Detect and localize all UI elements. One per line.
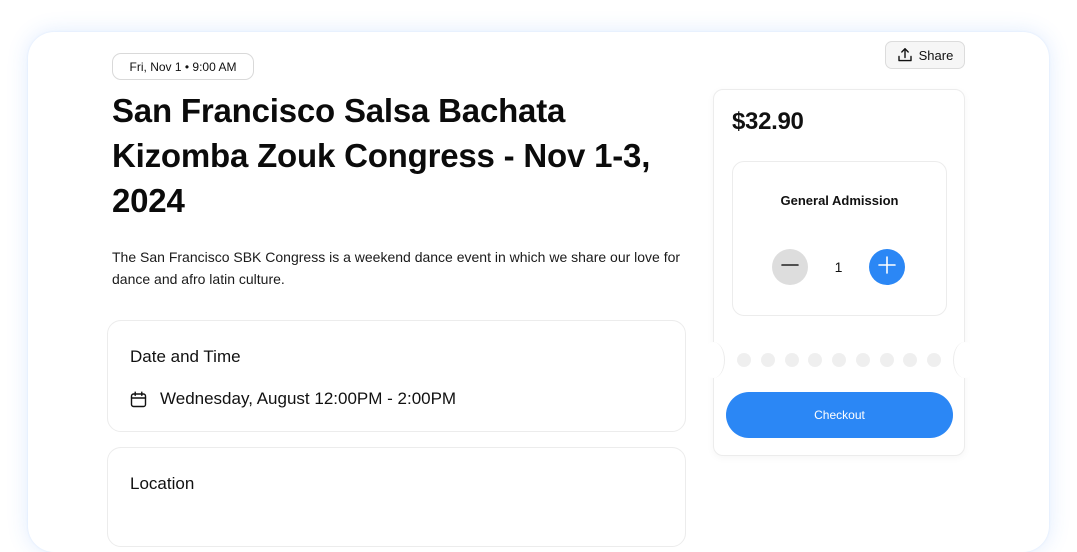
perforation-dot xyxy=(832,353,846,367)
checkout-label: Checkout xyxy=(814,408,865,422)
perforation-dot xyxy=(879,353,894,367)
location-heading: Location xyxy=(130,474,195,493)
ticket-card: $32.90 General Admission 1 Checkout xyxy=(702,89,976,456)
perforation-dot xyxy=(737,353,751,367)
date-time-heading: Date and Time xyxy=(130,347,241,366)
event-title: San Francisco Salsa Bachata Kizomba Zouk… xyxy=(112,92,651,219)
ticket-perforation xyxy=(737,353,941,367)
ticket-price: $32.90 xyxy=(732,108,804,135)
location-card: Location xyxy=(107,447,686,547)
checkout-button[interactable]: Checkout xyxy=(726,392,953,438)
perforation-dot xyxy=(760,353,775,367)
share-upload-icon xyxy=(897,47,913,63)
perforation-dot xyxy=(927,353,941,367)
event-date-badge: Fri, Nov 1 • 9:00 AM xyxy=(112,53,254,80)
ticket-notch-right xyxy=(953,342,976,378)
plus-icon xyxy=(877,255,897,280)
perforation-dot xyxy=(808,353,823,367)
quantity-value: 1 xyxy=(834,259,843,275)
minus-icon xyxy=(780,255,800,280)
event-description: The San Francisco SBK Congress is a week… xyxy=(112,249,681,287)
perforation-dot xyxy=(855,353,870,367)
increase-quantity-button[interactable] xyxy=(869,249,905,285)
date-time-value: Wednesday, August 12:00PM - 2:00PM xyxy=(160,389,457,408)
date-time-card: Date and Time Wednesday, August 12:00PM … xyxy=(107,320,686,432)
admission-box: General Admission 1 xyxy=(732,161,947,316)
date-time-row: Wednesday, August 12:00PM - 2:00PM xyxy=(130,389,456,409)
share-label: Share xyxy=(918,47,954,63)
perforation-dot xyxy=(784,353,799,367)
decrease-quantity-button[interactable] xyxy=(772,249,808,285)
calendar-icon xyxy=(130,391,147,408)
ticket-notch-left xyxy=(702,342,725,378)
event-date-text: Fri, Nov 1 • 9:00 AM xyxy=(129,59,237,74)
perforation-dot xyxy=(903,353,918,367)
share-button[interactable]: Share xyxy=(885,41,965,69)
quantity-stepper: 1 xyxy=(772,249,905,285)
admission-label: General Admission xyxy=(780,193,899,208)
